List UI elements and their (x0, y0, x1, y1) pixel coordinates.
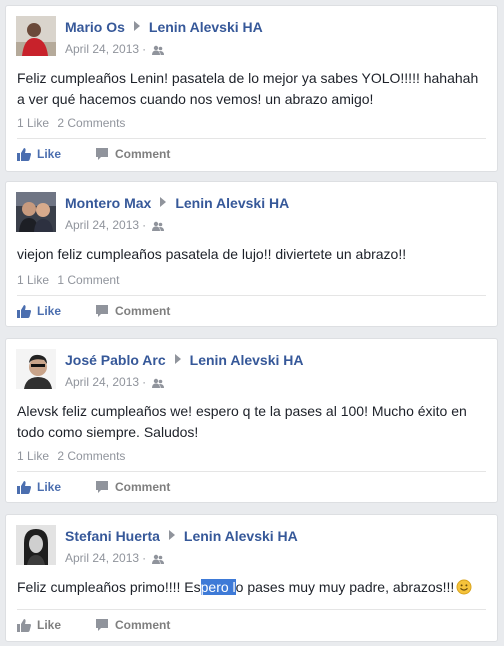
divider (17, 138, 486, 139)
comment-count[interactable]: 2 Comments (57, 116, 125, 130)
divider (17, 295, 486, 296)
target-link[interactable]: Lenin Alevski HA (190, 352, 304, 368)
author-link[interactable]: José Pablo Arc (65, 352, 166, 368)
like-button[interactable]: Like (17, 145, 61, 163)
separator-dot: · (142, 42, 147, 56)
post-card: Mario Os Lenin Alevski HA April 24, 2013 ·… (5, 5, 498, 172)
text-before-selection: Feliz cumpleaños primo!!!! Es (17, 579, 201, 595)
friends-icon[interactable] (152, 378, 165, 388)
friends-icon[interactable] (152, 221, 165, 231)
post-card: José Pablo Arc Lenin Alevski HA April 24,… (5, 338, 498, 503)
post-header: Montero Max Lenin Alevski HA April 24, 20… (16, 192, 486, 232)
separator-dot: · (142, 551, 147, 565)
like-count[interactable]: 1 Like (17, 449, 49, 463)
comment-button[interactable]: Comment (95, 478, 170, 496)
comment-button[interactable]: Comment (95, 145, 170, 163)
author-link[interactable]: Mario Os (65, 19, 125, 35)
triangle-right-icon (160, 197, 167, 207)
post-date[interactable]: April 24, 2013 (65, 218, 139, 232)
news-feed: Mario Os Lenin Alevski HA April 24, 2013 ·… (0, 0, 504, 646)
comment-count[interactable]: 1 Comment (57, 273, 119, 287)
speech-bubble-icon (96, 305, 108, 317)
text-selection: pero l (200, 579, 236, 595)
post-text: Alevsk feliz cumpleaños we! espero q te … (17, 403, 467, 440)
target-link[interactable]: Lenin Alevski HA (184, 528, 298, 544)
avatar[interactable] (16, 16, 56, 56)
thumbs-up-icon (17, 481, 31, 494)
target-link[interactable]: Lenin Alevski HA (149, 19, 263, 35)
speech-bubble-icon (96, 148, 108, 160)
comment-count[interactable]: 2 Comments (57, 449, 125, 463)
post-text: Feliz cumpleaños Lenin! pasatela de lo m… (17, 70, 479, 107)
like-button[interactable]: Like (17, 302, 61, 320)
post-meta: April 24, 2013 · (65, 551, 165, 565)
divider (17, 609, 486, 610)
thumbs-up-icon (17, 305, 31, 318)
post-text: viejon feliz cumpleaños pasatela de lujo… (17, 246, 407, 262)
post-meta: April 24, 2013 · (65, 42, 165, 56)
comment-button[interactable]: Comment (95, 302, 170, 320)
post-card: Montero Max Lenin Alevski HA April 24, 20… (5, 181, 498, 327)
like-count[interactable]: 1 Like (17, 273, 49, 287)
post-title: Montero Max Lenin Alevski HA (65, 195, 289, 211)
like-count[interactable]: 1 Like (17, 116, 49, 130)
thumbs-up-icon (17, 619, 31, 632)
post-title: Mario Os Lenin Alevski HA (65, 19, 263, 35)
post-meta: April 24, 2013 · (65, 218, 165, 232)
post-date[interactable]: April 24, 2013 (65, 375, 139, 389)
post-header: Mario Os Lenin Alevski HA April 24, 2013 · (16, 16, 486, 56)
thumbs-up-icon (17, 148, 31, 161)
divider (17, 471, 486, 472)
separator-dot: · (142, 375, 147, 389)
post-date[interactable]: April 24, 2013 (65, 551, 139, 565)
post-stats: 1 Like 2 Comments (17, 116, 130, 130)
author-link[interactable]: Stefani Huerta (65, 528, 160, 544)
post-header: Stefani Huerta Lenin Alevski HA April 24,… (16, 525, 486, 565)
avatar[interactable] (16, 349, 56, 389)
friends-icon[interactable] (152, 45, 165, 55)
post-stats: 1 Like 1 Comment (17, 273, 124, 287)
comment-button[interactable]: Comment (95, 616, 170, 634)
post-header: José Pablo Arc Lenin Alevski HA April 24,… (16, 349, 486, 389)
triangle-right-icon (133, 21, 140, 31)
author-link[interactable]: Montero Max (65, 195, 151, 211)
friends-icon[interactable] (152, 554, 165, 564)
post-stats: 1 Like 2 Comments (17, 449, 130, 463)
like-button[interactable]: Like (17, 478, 61, 496)
post-title: José Pablo Arc Lenin Alevski HA (65, 352, 304, 368)
smiley-icon (456, 579, 472, 595)
text-after-selection: o pases muy muy padre, abrazos!!! (235, 579, 455, 595)
post-meta: April 24, 2013 · (65, 375, 165, 389)
post-text: Feliz cumpleaños primo!!!! Espero lo pas… (17, 577, 487, 598)
avatar[interactable] (16, 192, 56, 232)
target-link[interactable]: Lenin Alevski HA (175, 195, 289, 211)
post-card: Stefani Huerta Lenin Alevski HA April 24,… (5, 514, 498, 642)
triangle-right-icon (174, 354, 181, 364)
post-date[interactable]: April 24, 2013 (65, 42, 139, 56)
avatar[interactable] (16, 525, 56, 565)
post-title: Stefani Huerta Lenin Alevski HA (65, 528, 298, 544)
speech-bubble-icon (96, 481, 108, 493)
triangle-right-icon (168, 530, 175, 540)
separator-dot: · (142, 218, 147, 232)
speech-bubble-icon (96, 619, 108, 631)
like-button[interactable]: Like (17, 616, 61, 634)
